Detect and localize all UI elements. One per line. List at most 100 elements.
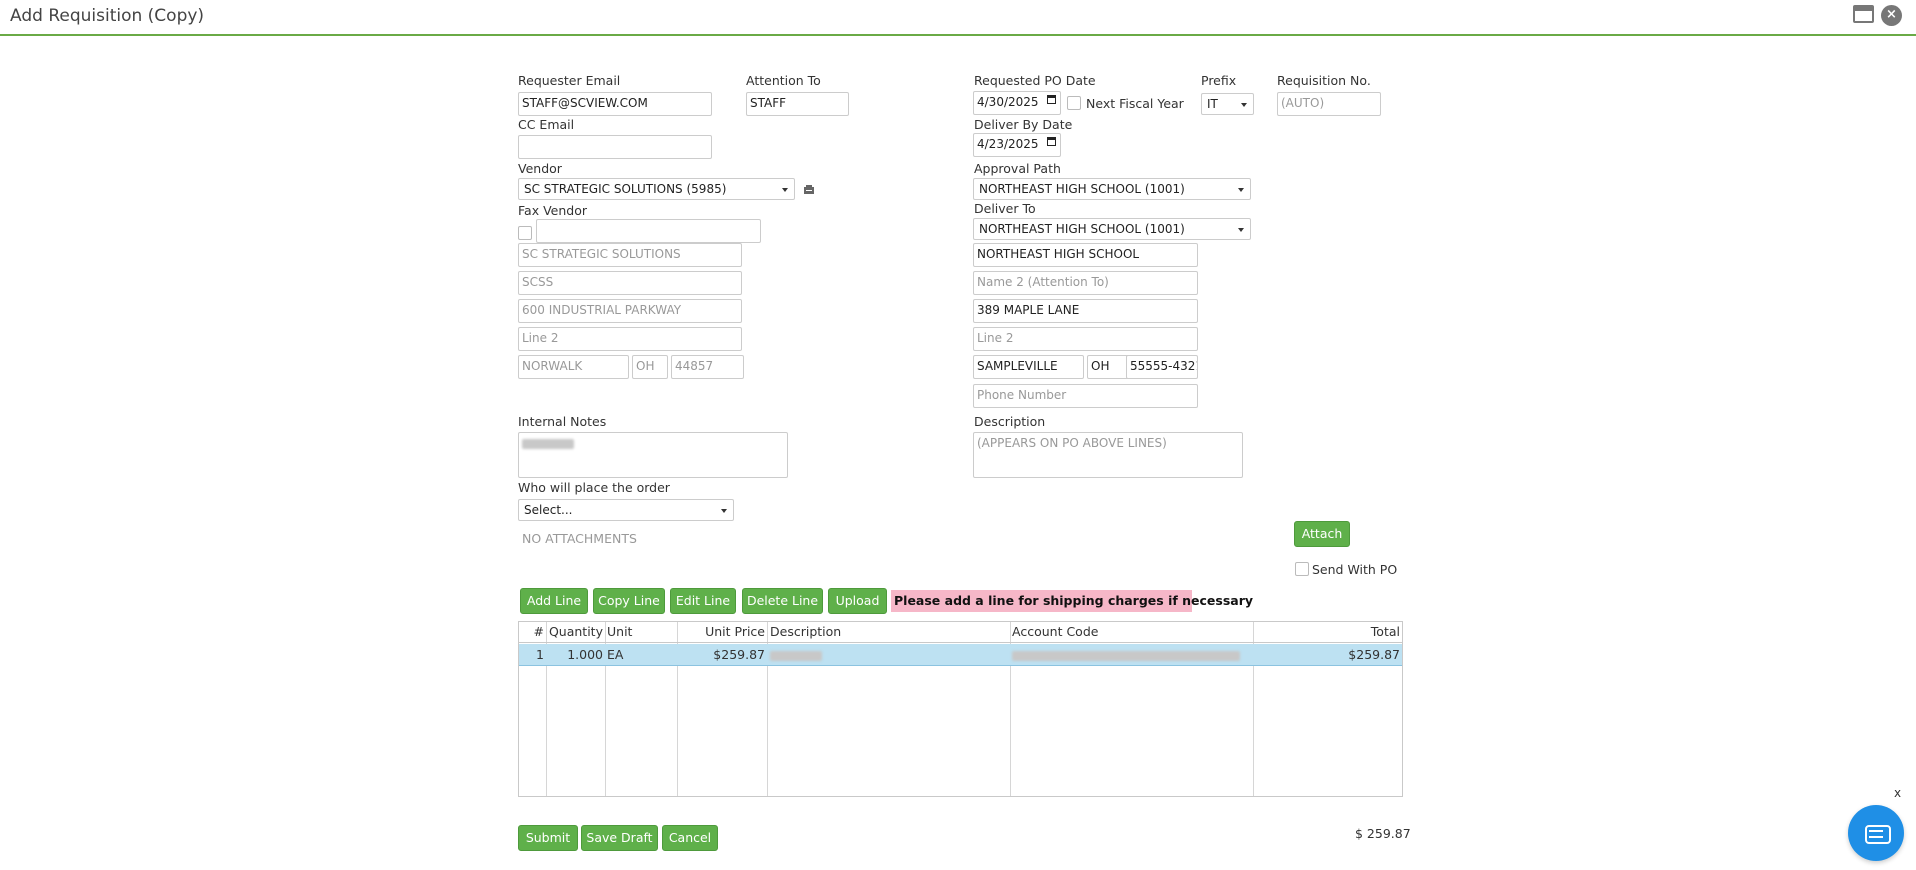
next-fiscal-year-checkbox[interactable] bbox=[1067, 96, 1081, 110]
chevron-down-icon bbox=[1238, 188, 1244, 192]
chat-icon[interactable] bbox=[1848, 805, 1904, 861]
redacted-text bbox=[770, 650, 822, 661]
cancel-button[interactable]: Cancel bbox=[662, 825, 718, 851]
deliver-to-value: NORTHEAST HIGH SCHOOL (1001) bbox=[979, 222, 1185, 236]
cell-unit-price: $259.87 bbox=[713, 647, 765, 662]
table-header: # Quantity Unit Unit Price Description A… bbox=[519, 622, 1402, 643]
delete-line-button[interactable]: Delete Line bbox=[742, 588, 823, 614]
requester-email-field[interactable]: STAFF@SCVIEW.COM bbox=[518, 92, 712, 116]
cell-num: 1 bbox=[536, 647, 544, 662]
delivery-city-field[interactable]: SAMPLEVILLE bbox=[973, 355, 1084, 379]
po-date-value: 4/30/2025 bbox=[977, 95, 1039, 109]
vendor-line2-field: Line 2 bbox=[518, 327, 742, 351]
vendor-lookup-icon[interactable] bbox=[803, 184, 815, 194]
description-textarea[interactable]: (APPEARS ON PO ABOVE LINES) bbox=[973, 432, 1243, 478]
vendor-line1-field: 600 INDUSTRIAL PARKWAY bbox=[518, 299, 742, 323]
chevron-down-icon bbox=[782, 188, 788, 192]
deliver-to-select[interactable]: NORTHEAST HIGH SCHOOL (1001) bbox=[973, 218, 1251, 240]
vendor-zip-field: 44857 bbox=[671, 355, 744, 379]
send-with-po-checkbox[interactable] bbox=[1295, 562, 1309, 576]
send-with-po-label: Send With PO bbox=[1312, 562, 1398, 577]
cc-email-field[interactable] bbox=[518, 135, 712, 159]
vendor-select[interactable]: SC STRATEGIC SOLUTIONS (5985) bbox=[518, 178, 795, 200]
submit-button[interactable]: Submit bbox=[518, 825, 578, 851]
po-date-label: Requested PO Date bbox=[974, 73, 1096, 88]
chevron-down-icon bbox=[721, 509, 727, 513]
delivery-line1-field[interactable]: 389 MAPLE LANE bbox=[973, 299, 1198, 323]
vendor-state-field: OH bbox=[632, 355, 668, 379]
vendor-name-field: SC STRATEGIC SOLUTIONS bbox=[518, 243, 742, 267]
add-line-button[interactable]: Add Line bbox=[520, 588, 588, 614]
cell-description bbox=[770, 644, 822, 665]
internal-notes-textarea[interactable] bbox=[518, 432, 788, 478]
header-total[interactable]: Total bbox=[1254, 622, 1400, 642]
deliver-by-label: Deliver By Date bbox=[974, 117, 1073, 132]
internal-notes-label: Internal Notes bbox=[518, 414, 607, 429]
cell-total: $259.87 bbox=[1348, 647, 1400, 662]
who-orders-label: Who will place the order bbox=[518, 480, 670, 495]
close-icon[interactable]: × bbox=[1881, 5, 1902, 26]
no-attachments-text: NO ATTACHMENTS bbox=[522, 531, 637, 546]
delivery-zip-field[interactable]: 55555-4321 bbox=[1126, 355, 1198, 379]
delivery-line2-field[interactable]: Line 2 bbox=[973, 327, 1198, 351]
vendor-value: SC STRATEGIC SOLUTIONS (5985) bbox=[524, 182, 727, 196]
prefix-select[interactable]: IT bbox=[1201, 93, 1254, 115]
chevron-down-icon bbox=[1238, 228, 1244, 232]
delivery-name-field[interactable]: NORTHEAST HIGH SCHOOL bbox=[973, 243, 1198, 267]
table-row[interactable]: 1 1.000 EA $259.87 $259.87 bbox=[519, 644, 1402, 666]
delivery-name2-field[interactable]: Name 2 (Attention To) bbox=[973, 271, 1198, 295]
fax-vendor-checkbox[interactable] bbox=[518, 226, 532, 240]
vendor-label: Vendor bbox=[518, 161, 562, 176]
grand-total: $ 259.87 bbox=[1355, 826, 1411, 841]
shipping-warning: Please add a line for shipping charges i… bbox=[891, 590, 1253, 612]
po-date-field[interactable]: 4/30/2025 bbox=[973, 91, 1061, 115]
attach-button[interactable]: Attach bbox=[1294, 521, 1350, 547]
header-unit[interactable]: Unit bbox=[607, 622, 632, 642]
calendar-icon[interactable] bbox=[1047, 137, 1056, 146]
prefix-label: Prefix bbox=[1201, 73, 1237, 88]
deliver-by-value: 4/23/2025 bbox=[977, 137, 1039, 151]
cell-unit: EA bbox=[607, 647, 624, 662]
next-fiscal-year-label: Next Fiscal Year bbox=[1086, 96, 1184, 111]
title-bar: Add Requisition (Copy) × bbox=[0, 0, 1916, 36]
requisition-no-label: Requisition No. bbox=[1277, 73, 1371, 88]
deliver-by-field[interactable]: 4/23/2025 bbox=[973, 133, 1061, 157]
attention-to-label: Attention To bbox=[746, 73, 821, 88]
vendor-name2-field: SCSS bbox=[518, 271, 742, 295]
save-draft-button[interactable]: Save Draft bbox=[581, 825, 658, 851]
maximize-icon[interactable] bbox=[1853, 5, 1874, 23]
approval-path-select[interactable]: NORTHEAST HIGH SCHOOL (1001) bbox=[973, 178, 1251, 200]
description-label: Description bbox=[974, 414, 1046, 429]
header-quantity[interactable]: Quantity bbox=[547, 622, 603, 642]
calendar-icon[interactable] bbox=[1047, 95, 1056, 104]
lines-table: # Quantity Unit Unit Price Description A… bbox=[518, 621, 1403, 797]
approval-path-value: NORTHEAST HIGH SCHOOL (1001) bbox=[979, 182, 1185, 196]
chat-close-button[interactable]: x bbox=[1894, 786, 1901, 800]
header-description[interactable]: Description bbox=[770, 622, 841, 642]
who-orders-value: Select... bbox=[524, 503, 573, 517]
prefix-value: IT bbox=[1207, 97, 1218, 111]
window-title: Add Requisition (Copy) bbox=[10, 6, 205, 26]
redacted-text bbox=[1012, 650, 1240, 661]
edit-line-button[interactable]: Edit Line bbox=[670, 588, 736, 614]
header-num[interactable]: # bbox=[519, 622, 544, 642]
delivery-phone-field[interactable]: Phone Number bbox=[973, 384, 1198, 408]
copy-line-button[interactable]: Copy Line bbox=[593, 588, 665, 614]
header-account-code[interactable]: Account Code bbox=[1012, 622, 1098, 642]
who-orders-select[interactable]: Select... bbox=[518, 499, 734, 521]
fax-number-field[interactable] bbox=[536, 219, 761, 243]
requester-email-label: Requester Email bbox=[518, 73, 621, 88]
vendor-city-field: NORWALK bbox=[518, 355, 629, 379]
cell-account-code bbox=[1012, 644, 1240, 665]
fax-vendor-label: Fax Vendor bbox=[518, 203, 587, 218]
cc-email-label: CC Email bbox=[518, 117, 575, 132]
redacted-text bbox=[522, 438, 574, 449]
upload-button[interactable]: Upload bbox=[828, 588, 887, 614]
chevron-down-icon bbox=[1241, 103, 1247, 107]
cell-quantity: 1.000 bbox=[567, 647, 603, 662]
approval-path-label: Approval Path bbox=[974, 161, 1061, 176]
attention-to-field[interactable]: STAFF bbox=[746, 92, 849, 116]
deliver-to-label: Deliver To bbox=[974, 201, 1036, 216]
requisition-no-field: (AUTO) bbox=[1277, 92, 1381, 116]
header-unit-price[interactable]: Unit Price bbox=[678, 622, 765, 642]
